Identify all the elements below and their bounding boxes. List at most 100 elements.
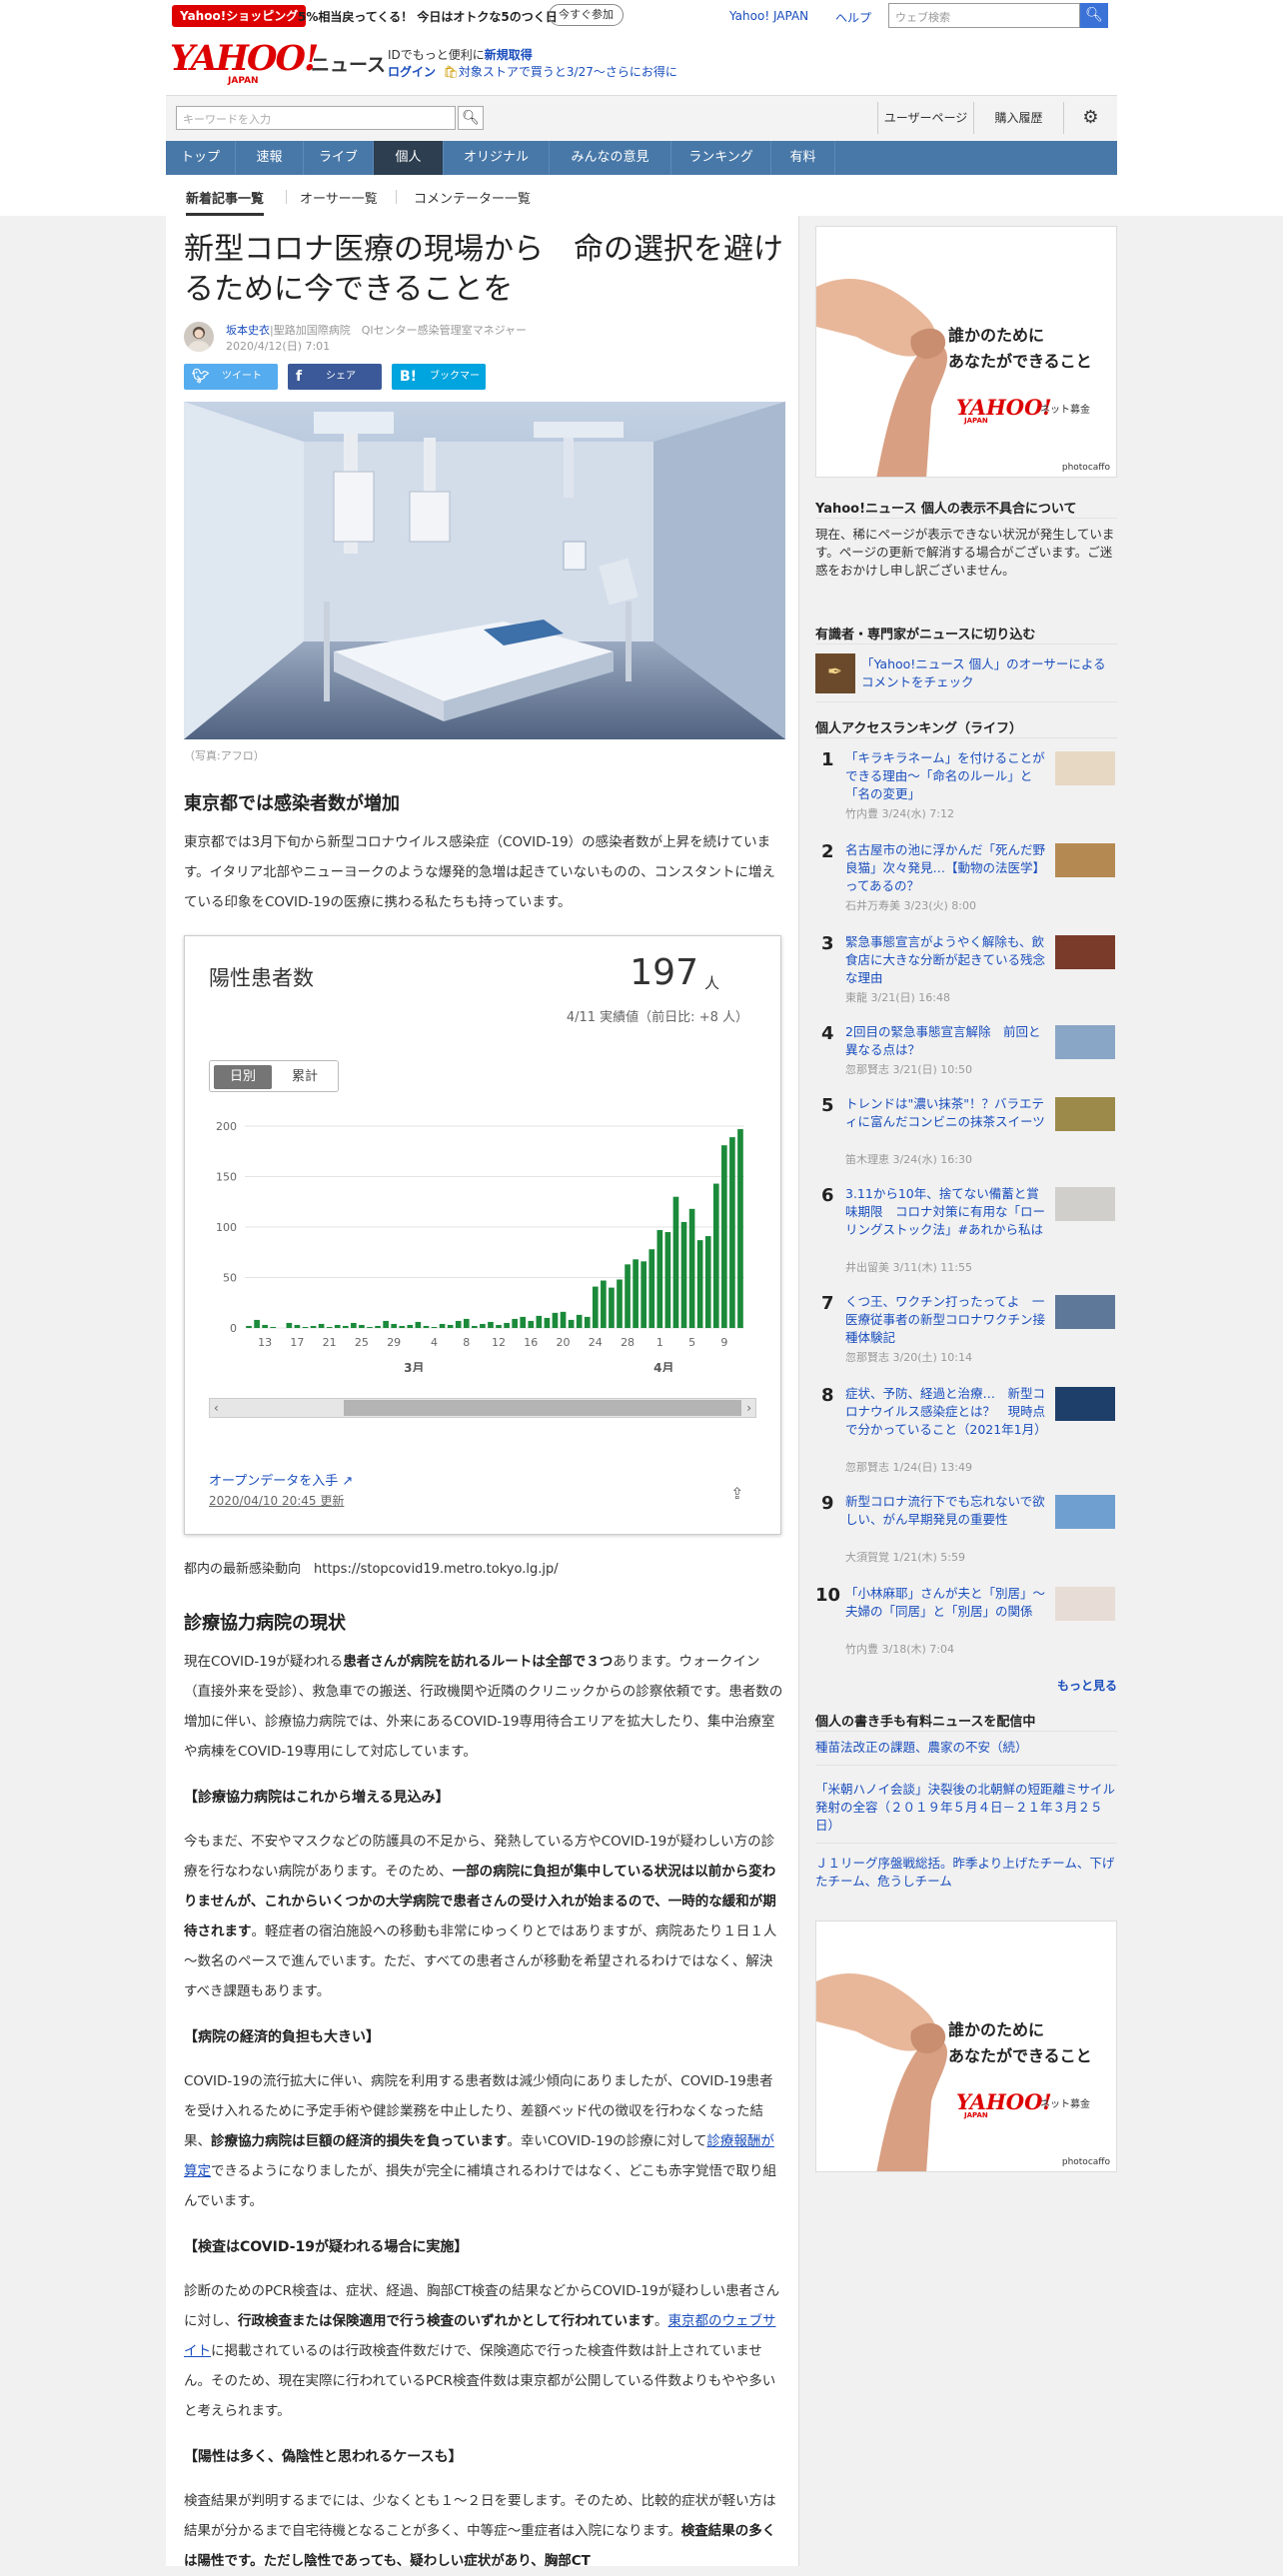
- nav-top[interactable]: トップ: [166, 141, 236, 175]
- tweet-button[interactable]: 🐦︎ ツイート: [184, 364, 278, 390]
- y-tick-label: 200: [216, 1120, 237, 1133]
- rank-title[interactable]: 「小林麻耶」さんが夫と「別居」～夫婦の「同居」と「別居」の関係: [845, 1585, 1051, 1621]
- rank-title[interactable]: 「キラキラネーム」を付けることができる理由～「命名のルール」と「名の変更」: [845, 749, 1051, 803]
- keyword-search-button[interactable]: 🔍︎: [458, 106, 484, 130]
- store-promo-link[interactable]: 対象ストアで買うと3/27～さらにお得に: [459, 65, 677, 79]
- rank-meta: 石井万寿美 3/23(火) 8:00: [845, 899, 976, 912]
- rank-number: 1: [821, 749, 834, 770]
- avatar[interactable]: [184, 322, 214, 352]
- paid-news-title: 個人の書き手も有料ニュースを配信中: [815, 1715, 1036, 1730]
- share-icon[interactable]: ⇪: [730, 1484, 743, 1503]
- bar: [656, 1230, 663, 1328]
- promo-join-button[interactable]: 今すぐ参加: [549, 4, 624, 26]
- updated-timestamp: 2020/04/10 20:45 更新: [209, 1494, 345, 1508]
- purchase-history-link[interactable]: 購入履歴: [973, 102, 1063, 134]
- positive-cases-chart: 0 50 100 150 200 13 17 21 25 29 4 8 12 16 20 24 28 1 5 9 3月 4…: [216, 1120, 744, 1372]
- web-search-button[interactable]: 🔍︎: [1080, 3, 1108, 28]
- nav-breaking[interactable]: 速報: [236, 141, 304, 175]
- hatena-bookmark-button[interactable]: B!ブックマーク: [392, 364, 486, 408]
- bar: [286, 1322, 293, 1328]
- bar: [617, 1279, 623, 1328]
- tab-authors[interactable]: オーサー一覧: [300, 188, 378, 207]
- yahoo-japan-link[interactable]: Yahoo! JAPAN: [729, 9, 808, 23]
- bar: [383, 1320, 389, 1328]
- bar: [648, 1249, 655, 1328]
- login-link[interactable]: ログイン: [388, 65, 436, 79]
- rank-thumbnail[interactable]: [1055, 935, 1115, 969]
- bar: [447, 1324, 454, 1328]
- bar: [294, 1324, 301, 1328]
- toggle-daily[interactable]: 日別: [214, 1065, 272, 1089]
- keyword-input[interactable]: キーワードを入力: [176, 106, 456, 130]
- rank-title[interactable]: 症状、予防、経過と治療… 新型コロナウイルス感染症とは？ 現時点で分かっているこ…: [845, 1385, 1051, 1439]
- paid-news-link[interactable]: 「米朝ハノイ会談」決裂後の北朝鮮の短距離ミサイル発射の全容（２０１９年５月４日－…: [815, 1781, 1115, 1835]
- facebook-share-button[interactable]: f シェア: [288, 364, 382, 390]
- rank-thumbnail[interactable]: [1055, 1097, 1115, 1131]
- rank-title[interactable]: くつ王、ワクチン打ったってよ 一医療従事者の新型コロナワクチン接種体験記: [845, 1293, 1051, 1347]
- tab-commentators[interactable]: コメンテーター一覧: [414, 188, 531, 207]
- rank-meta: 竹内豊 3/24(水) 7:12: [845, 807, 954, 820]
- rank-title[interactable]: 緊急事態宣言がようやく解除も、飲食店に大きな分断が起きている残念な理由: [845, 933, 1051, 987]
- x-tick-label: 24: [589, 1336, 603, 1349]
- rank-thumbnail[interactable]: [1055, 751, 1115, 785]
- paid-news-link[interactable]: Ｊ１リーグ序盤戦総括。昨季より上げたチーム、下げたチーム、危うしチーム: [815, 1855, 1115, 1891]
- service-name[interactable]: ニュース: [311, 50, 386, 77]
- ranking-more-link[interactable]: もっと見る: [1057, 1677, 1117, 1694]
- chevron-left-icon[interactable]: ‹: [214, 1399, 219, 1417]
- scrollbar-thumb[interactable]: [344, 1400, 741, 1416]
- rank-thumbnail[interactable]: [1055, 1587, 1115, 1621]
- rank-thumbnail[interactable]: [1055, 1295, 1115, 1329]
- rank-title[interactable]: 2回目の緊急事態宣言解除 前回と異なる点は？: [845, 1023, 1051, 1059]
- rank-thumbnail[interactable]: [1055, 1495, 1115, 1529]
- promo-tag[interactable]: Yahoo!ショッピング: [172, 5, 307, 27]
- tweet-label: ツイート: [222, 371, 262, 382]
- rank-thumbnail[interactable]: [1055, 1387, 1115, 1421]
- positive-cases-card: 陽性患者数 197 人 4/11 実績値（前日比: +8 人） 日別 累計 05…: [184, 935, 781, 1535]
- bar: [641, 1261, 647, 1328]
- paid-news-link[interactable]: 種苗法改正の課題、農家の不安（続）: [815, 1739, 1115, 1757]
- nav-individual[interactable]: 個人: [374, 141, 444, 175]
- chevron-right-icon[interactable]: ›: [746, 1399, 751, 1417]
- bar: [664, 1232, 671, 1328]
- divider: [815, 1731, 1117, 1732]
- help-link[interactable]: ヘルプ: [835, 9, 871, 26]
- toggle-cumulative[interactable]: 累計: [276, 1065, 334, 1089]
- rank-thumbnail[interactable]: [1055, 1025, 1115, 1059]
- nav-opinions[interactable]: みんなの意見: [550, 141, 671, 175]
- nav-paid[interactable]: 有料: [771, 141, 835, 175]
- month-label: 3月: [404, 1361, 424, 1372]
- nav-live[interactable]: ライブ: [304, 141, 374, 175]
- promo-text[interactable]: 5%相当戻ってくる！ 今日はオトクな5のつく日: [298, 8, 558, 25]
- rank-number: 8: [821, 1385, 834, 1406]
- author-affiliation: |聖路加国際病院 QIセンター感染管理室マネジャー: [270, 324, 528, 337]
- source-link[interactable]: 都内の最新感染動向 https://stopcovid19.metro.toky…: [184, 1555, 785, 1585]
- nav-ranking[interactable]: ランキング: [671, 141, 771, 175]
- web-search-input[interactable]: ウェブ検索: [888, 3, 1080, 28]
- rank-title[interactable]: 名古屋市の池に浮かんだ「死んだ野良猫」次々発見…【動物の法医学】ってあるの？: [845, 841, 1051, 895]
- open-data-link[interactable]: オープンデータを入手 ↗: [209, 1470, 353, 1489]
- rank-title[interactable]: トレンドは"濃い抹茶"！？バラエティに富んだコンビニの抹茶スイーツ: [845, 1095, 1051, 1131]
- chart-scrollbar[interactable]: ‹ ›: [209, 1398, 756, 1418]
- register-link[interactable]: 新規取得: [485, 48, 533, 62]
- ad-credit: photocaffo: [1061, 2157, 1110, 2167]
- donation-ad[interactable]: 誰かのために あなたができること YAHOO! JAPAN ネット募金 photo…: [815, 226, 1117, 478]
- tab-new-articles[interactable]: 新着記事一覧: [186, 188, 265, 216]
- gear-icon[interactable]: ⚙: [1063, 102, 1117, 134]
- nav-original[interactable]: オリジナル: [444, 141, 550, 175]
- x-tick-label: 8: [463, 1336, 470, 1349]
- subheading-testing: 【検査はCOVID-19が疑われる場合に実施】: [184, 2239, 469, 2255]
- donation-ad[interactable]: 誰かのために あなたができること YAHOO! JAPAN ネット募金 photo…: [815, 1921, 1117, 2172]
- rank-thumbnail[interactable]: [1055, 1187, 1115, 1221]
- user-page-link[interactable]: ユーザーページ: [877, 102, 973, 134]
- rank-number: 7: [821, 1293, 834, 1314]
- yahoo-logo[interactable]: YAHOO!: [170, 41, 319, 76]
- rank-thumbnail[interactable]: [1055, 843, 1115, 877]
- rank-number: 4: [821, 1023, 834, 1044]
- subheading-expected: 【診療協力病院はこれから増える見込み】: [184, 1790, 450, 1806]
- rank-title[interactable]: 3.11から10年、捨てない備蓄と賞味期限 コロナ対策に有用な「ローリングストッ…: [845, 1185, 1051, 1239]
- author-link[interactable]: 坂本史衣: [226, 324, 270, 337]
- experts-link[interactable]: 「Yahoo!ニュース 個人」のオーサーによるコメントをチェック: [861, 655, 1115, 691]
- experts-thumbnail[interactable]: ✒: [815, 653, 855, 693]
- bar: [472, 1325, 478, 1328]
- rank-title[interactable]: 新型コロナ流行下でも忘れないで欲しい、がん早期発見の重要性: [845, 1493, 1051, 1529]
